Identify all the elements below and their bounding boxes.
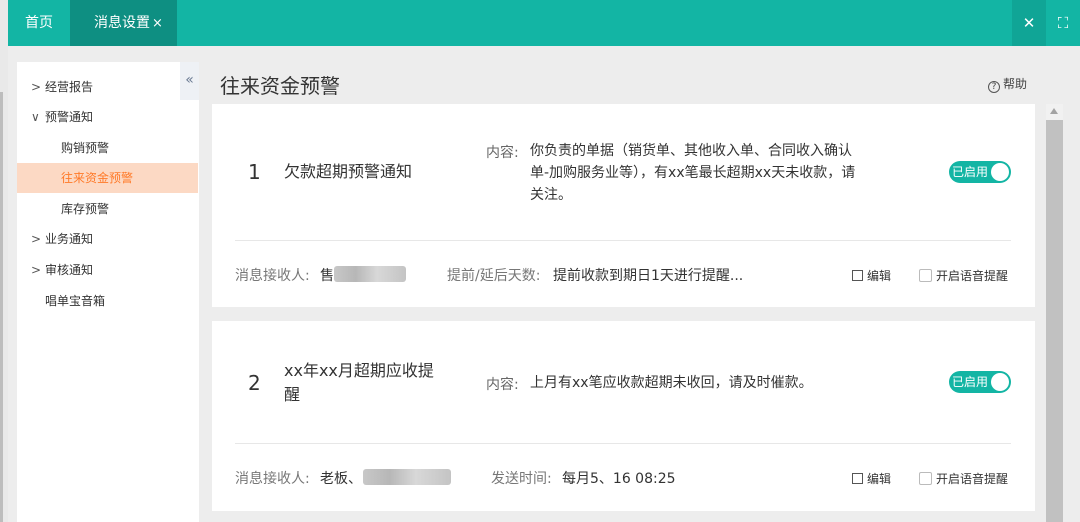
warning-card: 1 欠款超期预警通知 内容: 你负责的单据（销货单、其他收入单、合同收入确认 单… bbox=[212, 104, 1035, 307]
window-controls: ✕ ⛶ bbox=[1012, 0, 1080, 46]
sidebar-item-funds-warning[interactable]: 往来资金预警 bbox=[17, 163, 198, 193]
sidebar-item-label: 往来资金预警 bbox=[61, 171, 134, 185]
redacted-receiver bbox=[363, 469, 451, 485]
receiver-label: 消息接收人: bbox=[235, 268, 310, 284]
content-line: 上月有xx笔应收款超期未收回，请及时催款。 bbox=[530, 375, 813, 391]
sidebar-item-label: 库存预警 bbox=[61, 202, 110, 216]
voice-label: 开启语音提醒 bbox=[936, 472, 1009, 486]
sidebar: « > 经营报告 ∨ 预警通知 购销预警 往来资金预警 库存预警 > 业务通知 > 审核… bbox=[17, 62, 199, 522]
edit-icon bbox=[852, 270, 863, 281]
toggle-label: 已启用 bbox=[952, 165, 989, 179]
help-link[interactable]: ? 帮助 bbox=[988, 75, 1027, 93]
card-number: 1 bbox=[248, 160, 261, 184]
chevron-down-icon: ∨ bbox=[31, 110, 40, 124]
enabled-toggle[interactable]: 已启用 bbox=[949, 371, 1011, 393]
redacted-receiver bbox=[334, 266, 406, 282]
days-value: 提前收款到期日1天进行提醒... bbox=[553, 268, 744, 284]
divider bbox=[235, 443, 1011, 444]
warning-card: 2 xx年xx月超期应收提 醒 内容: 上月有xx笔应收款超期未收回，请及时催款… bbox=[212, 321, 1035, 511]
content-line: 关注。 bbox=[530, 187, 572, 203]
content-label: 内容: bbox=[486, 145, 519, 161]
sidebar-item-audit-notice[interactable]: > 审核通知 bbox=[17, 255, 199, 285]
checkbox-icon bbox=[919, 269, 932, 282]
tab-settings[interactable]: 消息设置 × bbox=[70, 0, 177, 46]
voice-reminder-checkbox[interactable]: 开启语音提醒 bbox=[919, 470, 1008, 487]
help-icon: ? bbox=[988, 81, 1000, 93]
close-window-icon[interactable]: ✕ bbox=[1012, 0, 1046, 46]
edit-icon bbox=[852, 473, 863, 484]
enabled-toggle[interactable]: 已启用 bbox=[949, 161, 1011, 183]
left-edge bbox=[0, 0, 8, 522]
voice-reminder-checkbox[interactable]: 开启语音提醒 bbox=[919, 267, 1008, 284]
scrollbar-thumb[interactable] bbox=[1046, 120, 1063, 522]
page-title: 往来资金预警 bbox=[220, 74, 340, 98]
toggle-label: 已启用 bbox=[952, 375, 989, 389]
scroll-up-icon[interactable] bbox=[1050, 108, 1058, 114]
sidebar-item-label: 购销预警 bbox=[61, 141, 110, 155]
sidebar-item-label: 审核通知 bbox=[45, 263, 94, 277]
sidebar-item-speaker[interactable]: 唱单宝音箱 bbox=[17, 286, 199, 316]
receiver-value: 售 bbox=[320, 268, 334, 284]
days-label: 提前/延后天数: bbox=[447, 268, 541, 284]
tab-home[interactable]: 首页 bbox=[8, 0, 70, 46]
checkbox-icon bbox=[919, 472, 932, 485]
sidebar-item-business-notice[interactable]: > 业务通知 bbox=[17, 224, 199, 254]
sidebar-item-sales-warning[interactable]: 购销预警 bbox=[17, 133, 199, 163]
left-scroll-strip bbox=[0, 92, 3, 522]
content-text: 你负责的单据（销货单、其他收入单、合同收入确认 单-加购服务业等），有xx笔最长… bbox=[530, 140, 855, 206]
divider bbox=[235, 240, 1011, 241]
sidebar-item-label: 业务通知 bbox=[45, 232, 94, 246]
toggle-knob bbox=[991, 163, 1009, 181]
content-line: 你负责的单据（销货单、其他收入单、合同收入确认 bbox=[530, 143, 852, 159]
receiver-value: 老板、 bbox=[320, 471, 362, 487]
voice-label: 开启语音提醒 bbox=[936, 269, 1009, 283]
content-line: 单-加购服务业等），有xx笔最长超期xx天未收款，请 bbox=[530, 165, 856, 181]
content-label: 内容: bbox=[486, 377, 519, 393]
card-name-line: 醒 bbox=[284, 385, 301, 404]
edit-label: 编辑 bbox=[867, 472, 892, 486]
sidebar-item-inventory-warning[interactable]: 库存预警 bbox=[17, 194, 199, 224]
chevron-right-icon: > bbox=[31, 263, 42, 277]
edit-label: 编辑 bbox=[867, 269, 892, 283]
toggle-knob bbox=[991, 373, 1009, 391]
chevron-right-icon: > bbox=[31, 80, 42, 94]
fullscreen-icon[interactable]: ⛶ bbox=[1046, 0, 1080, 46]
chevron-right-icon: > bbox=[31, 232, 42, 246]
help-label: 帮助 bbox=[1003, 77, 1028, 91]
scrollbar[interactable] bbox=[1046, 104, 1063, 522]
card-name-line: xx年xx月超期应收提 bbox=[284, 361, 434, 380]
tab-settings-label: 消息设置 bbox=[94, 15, 150, 31]
edit-button[interactable]: 编辑 bbox=[852, 267, 891, 284]
content-text: 上月有xx笔应收款超期未收回，请及时催款。 bbox=[530, 372, 813, 394]
sidebar-item-label: 唱单宝音箱 bbox=[45, 294, 106, 308]
edit-button[interactable]: 编辑 bbox=[852, 470, 891, 487]
sidebar-item-business-report[interactable]: > 经营报告 bbox=[17, 72, 199, 102]
send-time-value: 每月5、16 08:25 bbox=[562, 471, 676, 487]
sidebar-item-warning-notice[interactable]: ∨ 预警通知 bbox=[17, 102, 199, 132]
receiver-label: 消息接收人: bbox=[235, 471, 310, 487]
sidebar-item-label: 经营报告 bbox=[45, 80, 94, 94]
sidebar-item-label: 预警通知 bbox=[45, 110, 94, 124]
card-name: xx年xx月超期应收提 醒 bbox=[284, 359, 434, 407]
send-time-label: 发送时间: bbox=[491, 471, 552, 487]
card-name: 欠款超期预警通知 bbox=[284, 162, 413, 181]
card-number: 2 bbox=[248, 371, 261, 395]
tab-close-icon[interactable]: × bbox=[152, 16, 163, 31]
